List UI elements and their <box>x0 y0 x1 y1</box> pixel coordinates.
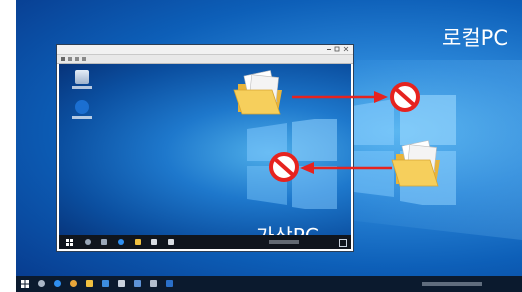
vm-store-icon[interactable] <box>151 239 157 245</box>
start-icon[interactable] <box>21 280 29 288</box>
vm-tray-icons <box>269 240 299 244</box>
no-entry-icon <box>390 82 420 112</box>
edge-icon[interactable] <box>54 280 61 287</box>
app-icon[interactable] <box>166 280 173 287</box>
folder-icon <box>233 70 282 115</box>
vm-edge-icon[interactable] <box>118 239 124 245</box>
folder-icon <box>391 140 440 187</box>
vm-start-icon[interactable] <box>66 239 73 246</box>
app-icon[interactable] <box>134 280 141 287</box>
vm-taskview-icon[interactable] <box>101 239 107 245</box>
host-desktop: 로컬PC <box>16 0 522 292</box>
vm-explorer-icon[interactable] <box>135 239 141 245</box>
window-controls[interactable] <box>326 46 350 53</box>
search-icon[interactable] <box>38 280 45 287</box>
no-entry-icon <box>269 152 299 182</box>
vm-taskbar <box>59 235 351 249</box>
app-icon[interactable] <box>150 280 157 287</box>
recycle-bin-label <box>72 86 92 89</box>
tray-icons <box>422 282 482 286</box>
app-icon[interactable] <box>118 280 125 287</box>
explorer-icon[interactable] <box>86 280 93 287</box>
host-taskbar <box>16 276 522 292</box>
vm-notification-icon[interactable] <box>339 239 347 247</box>
chrome-icon[interactable] <box>70 280 77 287</box>
vm-toolbar[interactable] <box>57 55 353 64</box>
vm-mail-icon[interactable] <box>168 239 174 245</box>
edge-browser-icon[interactable] <box>75 100 89 114</box>
app-icon[interactable] <box>102 280 109 287</box>
vm-search-icon[interactable] <box>85 239 91 245</box>
recycle-bin-icon[interactable] <box>75 70 89 84</box>
arrow-icon <box>292 91 388 103</box>
virtual-pc-window[interactable]: 가상PC <box>56 44 354 252</box>
edge-browser-label <box>72 116 92 119</box>
local-pc-label: 로컬PC <box>442 26 508 50</box>
vm-titlebar[interactable] <box>57 45 353 55</box>
arrow-icon <box>300 162 392 174</box>
